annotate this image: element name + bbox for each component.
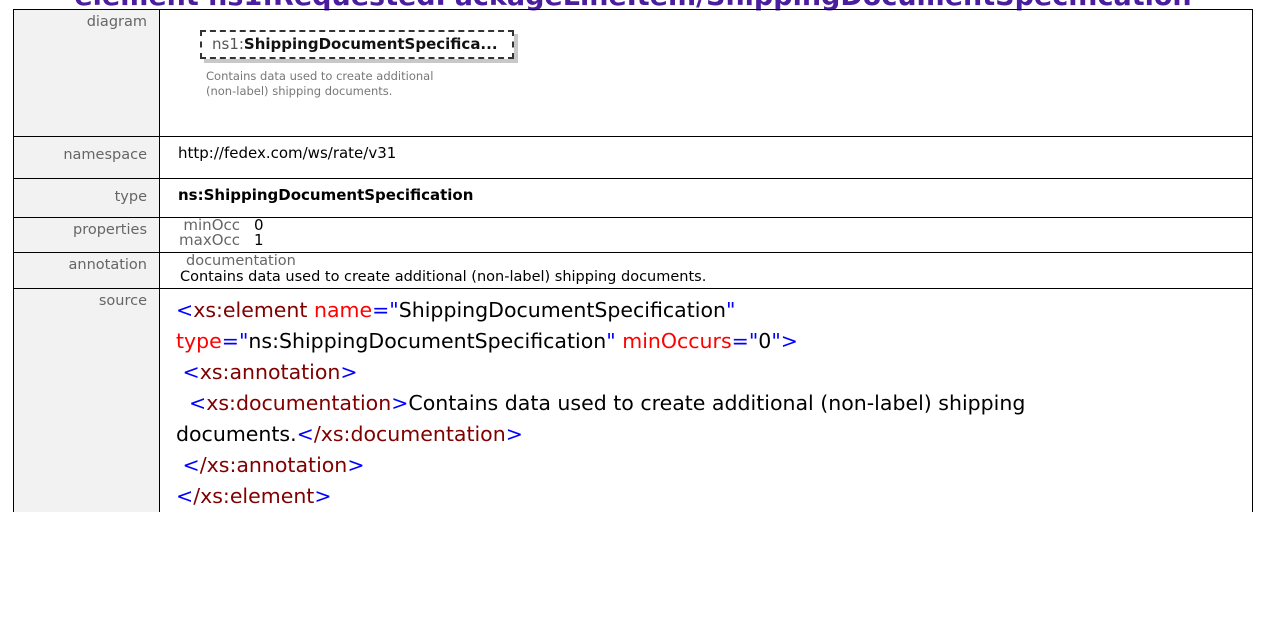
annotation-text: Contains data used to create additional … — [180, 269, 707, 285]
xml-source-code: <xs:element name="ShippingDocumentSpecif… — [176, 289, 1252, 512]
xml-line-7: </xs:element> — [176, 484, 332, 508]
property-key: maxOcc — [179, 231, 240, 249]
xml-line-6: </xs:annotation> — [182, 453, 365, 477]
xml-line-2: type="ns:ShippingDocumentSpecification" … — [176, 329, 798, 353]
annotation-cell: documentation Contains data used to crea… — [159, 252, 1253, 289]
row-label-namespace: namespace — [13, 136, 160, 179]
namespace-value: http://fedex.com/ws/rate/v31 — [159, 136, 1253, 179]
property-minocc: minOcc 0 — [178, 218, 1252, 233]
namespace-row: namespace http://fedex.com/ws/rate/v31 — [13, 136, 1253, 179]
row-label-annotation: annotation — [13, 252, 160, 289]
properties-cell: minOcc 0 maxOcc 1 — [159, 217, 1253, 253]
diagram-row: diagram ns1:ShippingDocumentSpecifica...… — [13, 9, 1253, 137]
annotation-heading: documentation — [186, 253, 296, 269]
annotation-row: annotation documentation Contains data u… — [13, 252, 1253, 289]
properties-row: properties minOcc 0 maxOcc 1 — [13, 217, 1253, 253]
element-doc-table: diagram ns1:ShippingDocumentSpecifica...… — [13, 9, 1253, 512]
xml-line-3: <xs:annotation> — [182, 360, 358, 384]
type-value[interactable]: ns:ShippingDocumentSpecification — [159, 178, 1253, 218]
xml-line-4: <xs:documentation>Contains data used to … — [189, 391, 1026, 415]
row-label-type: type — [13, 178, 160, 218]
source-row: source <xs:element name="ShippingDocumen… — [13, 288, 1253, 512]
row-label-diagram: diagram — [13, 9, 160, 137]
row-label-properties: properties — [13, 217, 160, 253]
diagram-cell: ns1:ShippingDocumentSpecifica... Contain… — [159, 9, 1253, 137]
diagram-element-name: ShippingDocumentSpecifica... — [243, 35, 498, 53]
property-maxocc: maxOcc 1 — [178, 233, 1252, 248]
type-row: type ns:ShippingDocumentSpecification — [13, 178, 1253, 218]
property-value: 1 — [254, 231, 264, 249]
diagram-annotation-note: Contains data used to create additional … — [206, 69, 434, 98]
xml-line-1: <xs:element name="ShippingDocumentSpecif… — [176, 298, 736, 322]
row-label-source: source — [13, 288, 160, 512]
source-cell: <xs:element name="ShippingDocumentSpecif… — [159, 288, 1253, 512]
xml-line-5: documents.</xs:documentation> — [176, 422, 523, 446]
diagram-namespace-prefix: ns1: — [212, 35, 244, 53]
diagram-element-box[interactable]: ns1:ShippingDocumentSpecifica... — [200, 30, 514, 59]
